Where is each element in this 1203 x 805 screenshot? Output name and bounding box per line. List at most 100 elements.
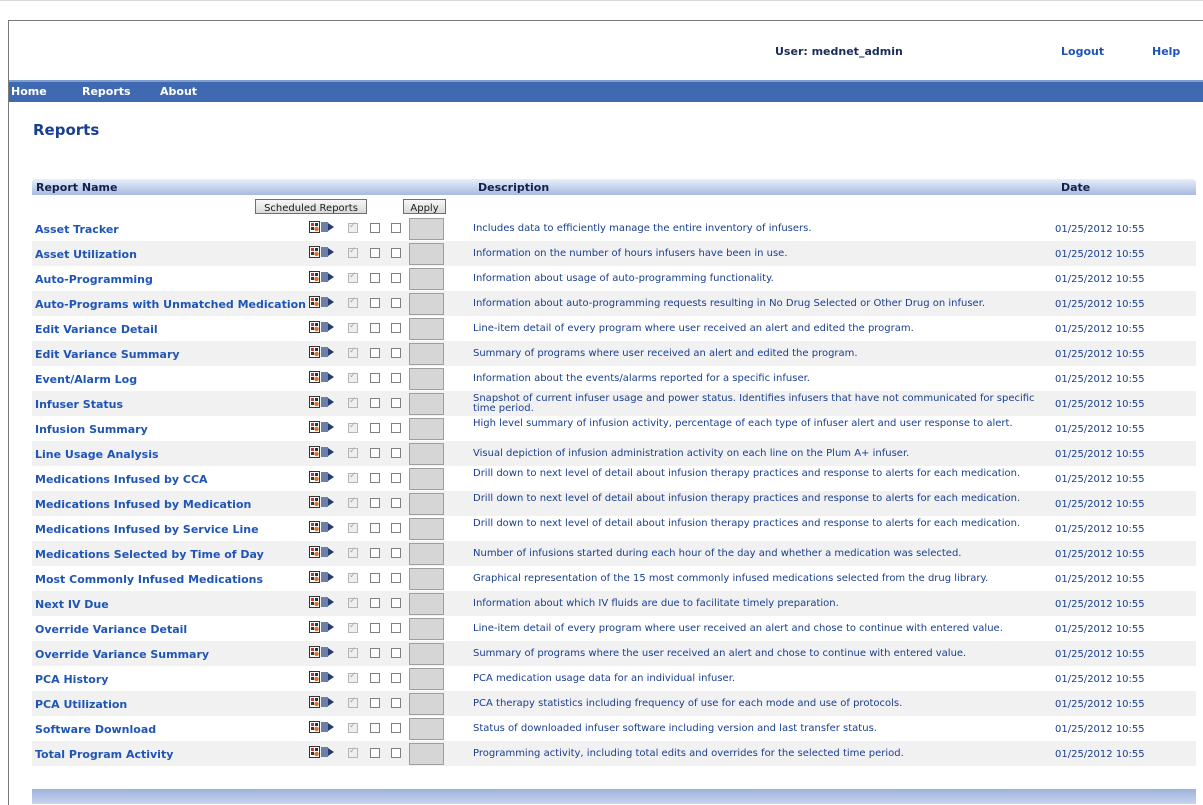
checkbox[interactable]: [370, 248, 380, 258]
export-arrow-icon[interactable]: [321, 346, 335, 358]
checkbox[interactable]: [391, 548, 401, 558]
nav-home[interactable]: Home: [11, 85, 47, 98]
schedule-input[interactable]: [409, 293, 444, 315]
report-name-link[interactable]: Total Program Activity: [35, 748, 173, 761]
checkbox[interactable]: [391, 498, 401, 508]
checkbox[interactable]: [391, 298, 401, 308]
report-icon[interactable]: [309, 721, 320, 733]
report-icon[interactable]: [309, 271, 320, 283]
checkbox[interactable]: [391, 623, 401, 633]
logout-link[interactable]: Logout: [1061, 45, 1104, 58]
schedule-input[interactable]: [409, 693, 444, 715]
checkbox[interactable]: [370, 673, 380, 683]
export-arrow-icon[interactable]: [321, 396, 335, 408]
nav-about[interactable]: About: [160, 85, 197, 98]
checkbox[interactable]: [391, 323, 401, 333]
schedule-input[interactable]: [409, 393, 444, 415]
nav-reports[interactable]: Reports: [82, 85, 131, 98]
report-name-link[interactable]: Next IV Due: [35, 598, 109, 611]
schedule-input[interactable]: [409, 718, 444, 740]
scheduled-reports-button[interactable]: Scheduled Reports: [255, 199, 367, 214]
checkbox[interactable]: [370, 748, 380, 758]
export-arrow-icon[interactable]: [321, 246, 335, 258]
report-icon[interactable]: [309, 371, 320, 383]
export-arrow-icon[interactable]: [321, 521, 335, 533]
report-name-link[interactable]: Software Download: [35, 723, 156, 736]
report-name-link[interactable]: Medications Infused by Service Line: [35, 523, 259, 536]
report-name-link[interactable]: PCA History: [35, 673, 108, 686]
checkbox[interactable]: [370, 448, 380, 458]
report-name-link[interactable]: Asset Utilization: [35, 248, 137, 261]
schedule-input[interactable]: [409, 243, 444, 265]
export-arrow-icon[interactable]: [321, 496, 335, 508]
checkbox[interactable]: [391, 348, 401, 358]
export-arrow-icon[interactable]: [321, 571, 335, 583]
schedule-input[interactable]: [409, 218, 444, 240]
report-icon[interactable]: [309, 421, 320, 433]
export-arrow-icon[interactable]: [321, 296, 335, 308]
export-arrow-icon[interactable]: [321, 546, 335, 558]
report-icon[interactable]: [309, 396, 320, 408]
report-name-link[interactable]: Medications Infused by Medication: [35, 498, 251, 511]
export-arrow-icon[interactable]: [321, 321, 335, 333]
checkbox[interactable]: [391, 223, 401, 233]
report-icon[interactable]: [309, 496, 320, 508]
checkbox[interactable]: [391, 248, 401, 258]
report-icon[interactable]: [309, 321, 320, 333]
report-name-link[interactable]: Medications Infused by CCA: [35, 473, 208, 486]
checkbox[interactable]: [370, 498, 380, 508]
checkbox[interactable]: [370, 698, 380, 708]
checkbox[interactable]: [370, 348, 380, 358]
export-arrow-icon[interactable]: [321, 271, 335, 283]
checkbox[interactable]: [370, 298, 380, 308]
report-icon[interactable]: [309, 546, 320, 558]
checkbox[interactable]: [391, 273, 401, 283]
schedule-input[interactable]: [409, 418, 444, 440]
report-name-link[interactable]: Edit Variance Summary: [35, 348, 180, 361]
checkbox[interactable]: [391, 473, 401, 483]
report-icon[interactable]: [309, 671, 320, 683]
checkbox[interactable]: [391, 698, 401, 708]
schedule-input[interactable]: [409, 493, 444, 515]
schedule-input[interactable]: [409, 743, 444, 765]
checkbox[interactable]: [391, 423, 401, 433]
export-arrow-icon[interactable]: [321, 671, 335, 683]
checkbox[interactable]: [391, 723, 401, 733]
export-arrow-icon[interactable]: [321, 746, 335, 758]
schedule-input[interactable]: [409, 268, 444, 290]
checkbox[interactable]: [391, 448, 401, 458]
report-icon[interactable]: [309, 346, 320, 358]
schedule-input[interactable]: [409, 518, 444, 540]
schedule-input[interactable]: [409, 568, 444, 590]
schedule-input[interactable]: [409, 668, 444, 690]
export-arrow-icon[interactable]: [321, 646, 335, 658]
report-icon[interactable]: [309, 746, 320, 758]
checkbox[interactable]: [370, 373, 380, 383]
report-name-link[interactable]: Medications Selected by Time of Day: [35, 548, 264, 561]
help-link[interactable]: Help: [1152, 45, 1180, 58]
checkbox[interactable]: [370, 548, 380, 558]
report-name-link[interactable]: Override Variance Summary: [35, 648, 209, 661]
checkbox[interactable]: [370, 623, 380, 633]
checkbox[interactable]: [391, 598, 401, 608]
checkbox[interactable]: [370, 223, 380, 233]
report-name-link[interactable]: Auto-Programming: [35, 273, 153, 286]
report-icon[interactable]: [309, 221, 320, 233]
report-icon[interactable]: [309, 471, 320, 483]
checkbox[interactable]: [391, 373, 401, 383]
checkbox[interactable]: [391, 648, 401, 658]
schedule-input[interactable]: [409, 543, 444, 565]
report-icon[interactable]: [309, 521, 320, 533]
schedule-input[interactable]: [409, 318, 444, 340]
checkbox[interactable]: [370, 648, 380, 658]
report-icon[interactable]: [309, 446, 320, 458]
export-arrow-icon[interactable]: [321, 446, 335, 458]
export-arrow-icon[interactable]: [321, 371, 335, 383]
report-icon[interactable]: [309, 646, 320, 658]
export-arrow-icon[interactable]: [321, 596, 335, 608]
schedule-input[interactable]: [409, 643, 444, 665]
export-arrow-icon[interactable]: [321, 621, 335, 633]
export-arrow-icon[interactable]: [321, 696, 335, 708]
report-name-link[interactable]: Infuser Status: [35, 398, 123, 411]
report-icon[interactable]: [309, 246, 320, 258]
